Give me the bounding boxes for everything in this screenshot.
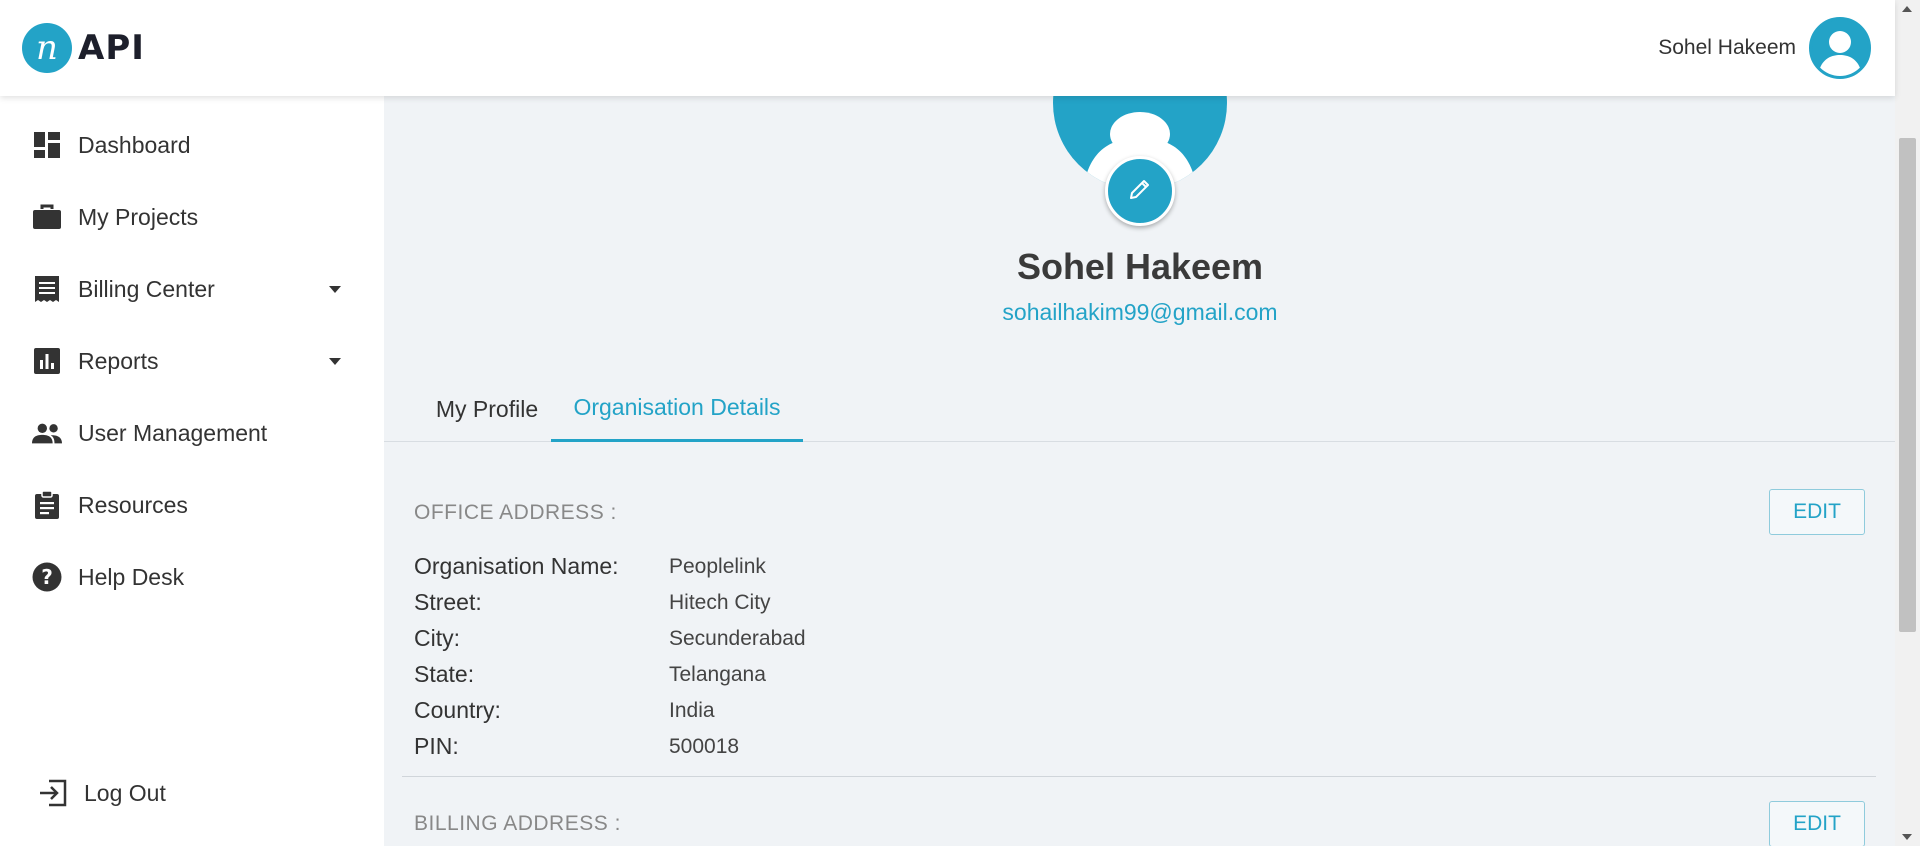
logo-text: API — [78, 28, 145, 68]
scrollbar-thumb[interactable] — [1899, 138, 1916, 632]
scroll-down-arrow-icon[interactable] — [1902, 834, 1912, 840]
billing-address-title: BILLING ADDRESS : — [414, 812, 621, 835]
field-label: Country: — [414, 697, 501, 723]
edit-office-address-button[interactable]: EDIT — [1769, 489, 1865, 535]
sidebar-item-help-desk[interactable]: ? Help Desk — [0, 547, 384, 607]
field-value: Hitech City — [669, 591, 771, 614]
page-scrollbar[interactable] — [1895, 0, 1920, 846]
section-divider — [402, 776, 1876, 777]
logout-icon — [38, 778, 68, 808]
tab-organisation-details[interactable]: Organisation Details — [551, 376, 803, 442]
field-label: PIN: — [414, 733, 459, 759]
sidebar-item-reports[interactable]: Reports — [0, 331, 384, 391]
sidebar-item-billing-center[interactable]: Billing Center — [0, 259, 384, 319]
app-logo[interactable]: n API — [22, 23, 145, 73]
field-street: Street: Hitech City — [414, 589, 1214, 625]
user-menu[interactable]: Sohel Hakeem — [1658, 17, 1871, 79]
tab-my-profile[interactable]: My Profile — [417, 376, 557, 442]
logout-label: Log Out — [84, 779, 166, 806]
people-icon — [32, 418, 62, 448]
field-label: Street: — [414, 589, 482, 615]
profile-name: Sohel Hakeem — [1016, 246, 1264, 287]
field-organisation-name: Organisation Name: Peoplelink — [414, 553, 1214, 589]
field-city: City: Secunderabad — [414, 625, 1214, 661]
dashboard-icon — [32, 130, 62, 160]
sidebar-item-label: Resources — [78, 491, 188, 518]
help-icon: ? — [32, 562, 62, 592]
profile-email[interactable]: sohailhakim99@gmail.com — [384, 299, 1895, 326]
chevron-down-icon[interactable] — [329, 285, 341, 293]
header-user-name: Sohel Hakeem — [1658, 36, 1796, 59]
edit-billing-address-button[interactable]: EDIT — [1769, 801, 1865, 846]
field-value: Telangana — [669, 663, 766, 686]
field-value: Secunderabad — [669, 627, 806, 650]
profile-tabs: My Profile Organisation Details — [384, 376, 1895, 442]
briefcase-icon — [32, 202, 62, 232]
svg-text:?: ? — [41, 565, 53, 589]
field-label: State: — [414, 661, 475, 687]
field-label: Organisation Name: — [414, 553, 619, 579]
sidebar-item-label: Reports — [78, 347, 159, 374]
clipboard-icon — [32, 490, 62, 520]
logo-mark: n — [22, 23, 72, 73]
user-avatar-icon[interactable] — [1809, 17, 1871, 79]
top-header: n API Sohel Hakeem — [0, 0, 1895, 96]
scroll-up-arrow-icon[interactable] — [1902, 6, 1912, 12]
bar-chart-icon — [32, 346, 62, 376]
sidebar: Dashboard My Projects Billing Center Rep… — [0, 96, 384, 846]
field-pin: PIN: 500018 — [414, 733, 1214, 769]
field-value: India — [669, 699, 715, 722]
pencil-icon — [1127, 176, 1153, 207]
sidebar-item-user-management[interactable]: User Management — [0, 403, 384, 463]
field-label: City: — [414, 625, 460, 651]
receipt-icon — [32, 274, 62, 304]
sidebar-item-label: Dashboard — [78, 131, 191, 158]
field-country: Country: India — [414, 697, 1214, 733]
main-content: Sohel Hakeem sohailhakim99@gmail.com My … — [384, 96, 1895, 846]
chevron-down-icon[interactable] — [329, 357, 341, 365]
field-value: 500018 — [669, 735, 740, 758]
sidebar-item-label: Help Desk — [78, 563, 185, 590]
logout-button[interactable]: Log Out — [0, 763, 384, 823]
sidebar-item-resources[interactable]: Resources — [0, 475, 384, 535]
sidebar-item-label: User Management — [78, 419, 268, 446]
edit-avatar-button[interactable] — [1105, 156, 1175, 226]
field-value: Peoplelink — [669, 555, 766, 578]
sidebar-item-label: My Projects — [78, 203, 199, 230]
sidebar-item-dashboard[interactable]: Dashboard — [0, 115, 384, 175]
office-address-title: OFFICE ADDRESS : — [414, 501, 617, 524]
sidebar-item-my-projects[interactable]: My Projects — [0, 187, 384, 247]
sidebar-item-label: Billing Center — [78, 275, 215, 302]
field-state: State: Telangana — [414, 661, 1214, 697]
